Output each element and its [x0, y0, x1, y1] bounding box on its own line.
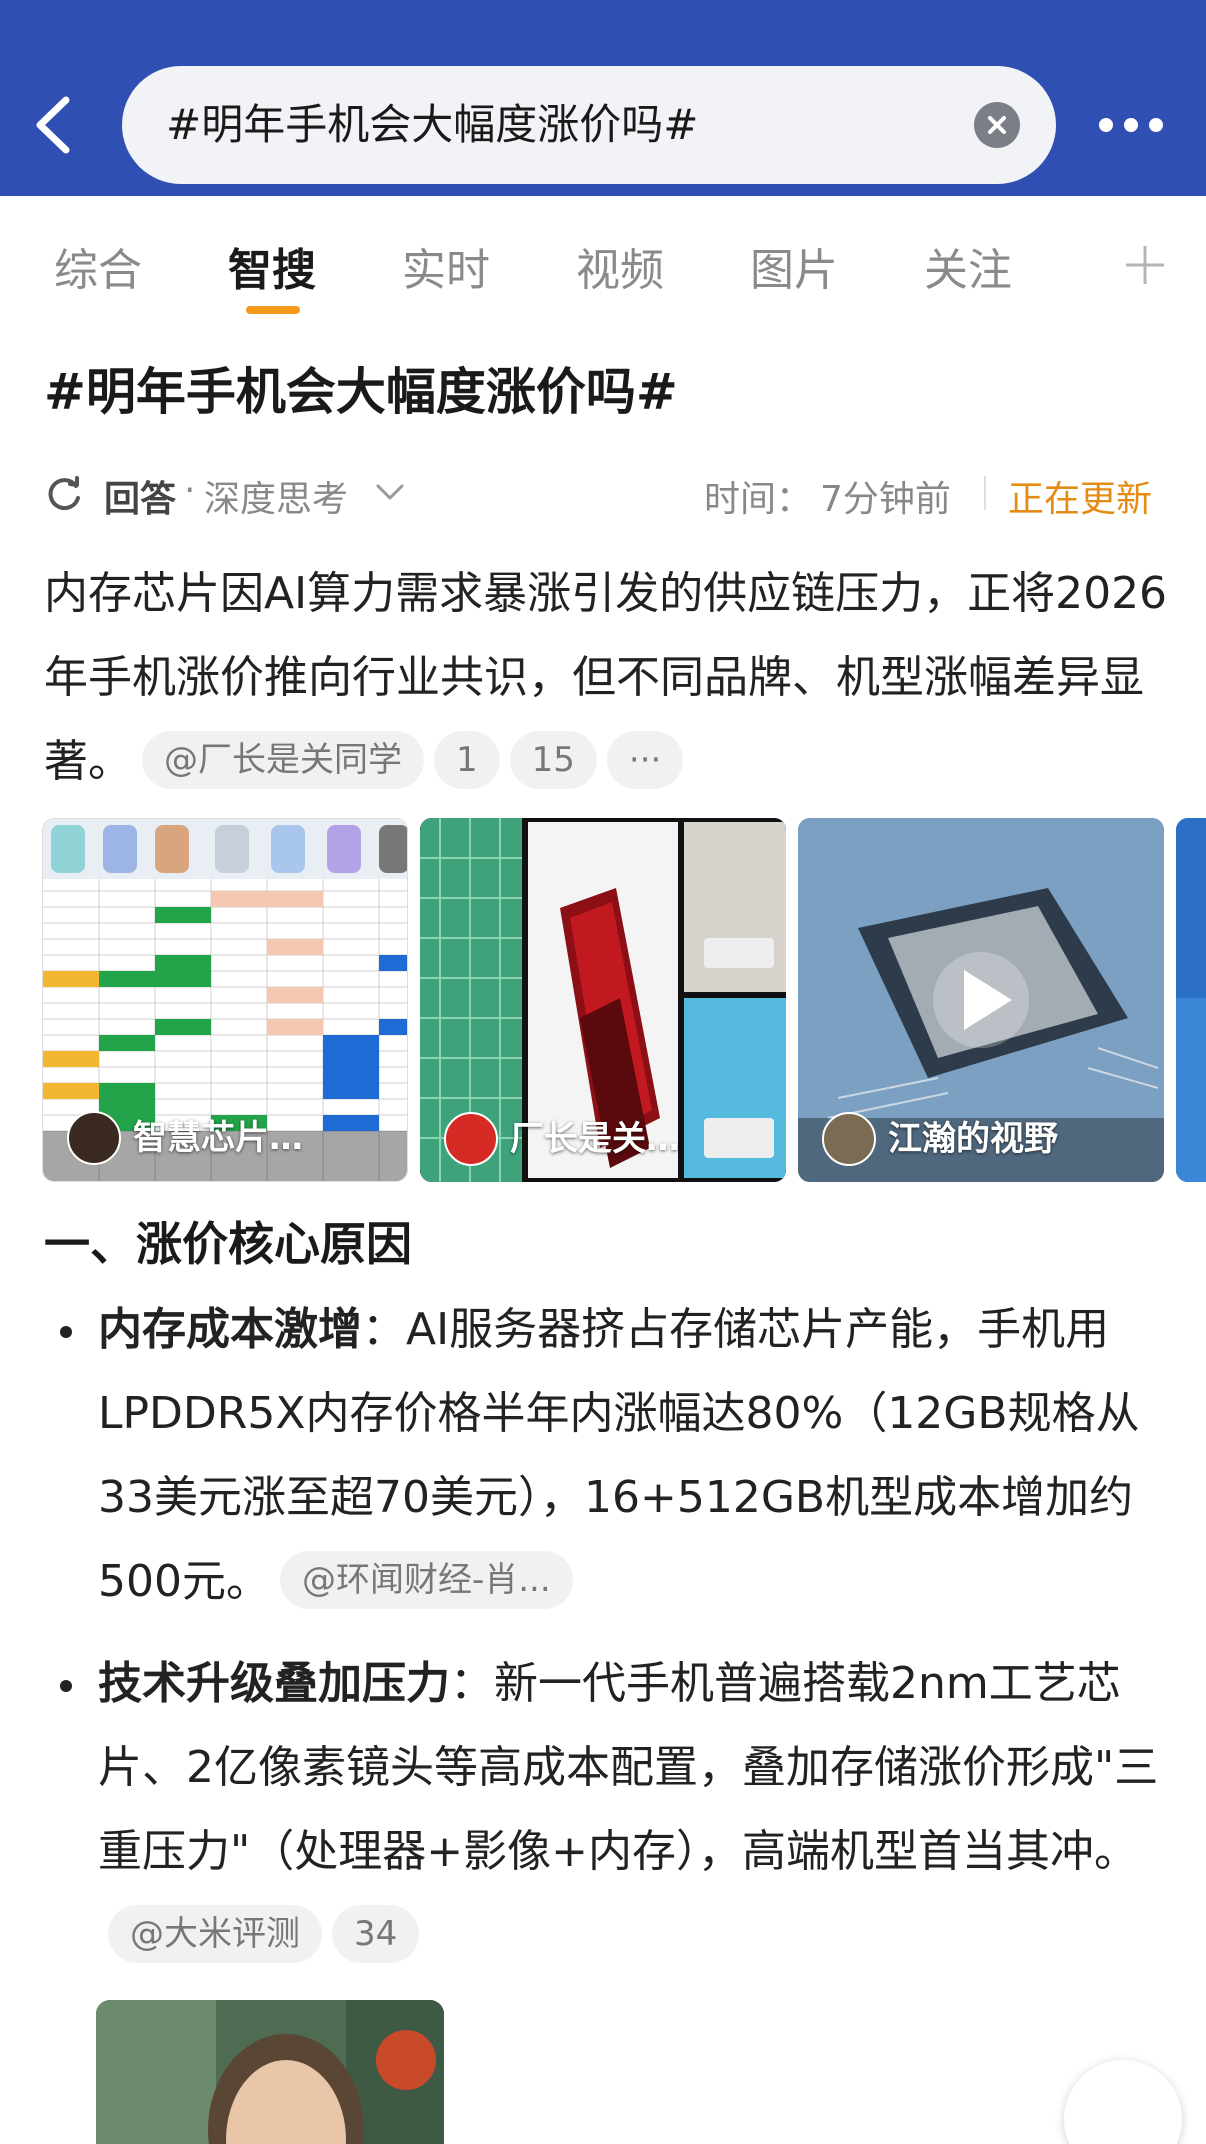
meta-divider	[984, 476, 986, 510]
section-heading: 一、涨价核心原因	[44, 1217, 412, 1271]
source-chip[interactable]: @环闻财经-肖...	[279, 1551, 573, 1609]
more-dots-icon	[1099, 118, 1163, 132]
tab-images[interactable]: 图片	[750, 234, 838, 298]
floating-action-button[interactable]	[1064, 2060, 1182, 2144]
tab-bar: 综合 智搜 实时 视频 图片 关注	[0, 196, 1206, 326]
person-photo	[96, 2000, 444, 2144]
page-title: #明年手机会大幅度涨价吗#	[44, 363, 678, 421]
time-value: 7分钟前	[820, 479, 951, 520]
source-chip[interactable]: @大米评测	[108, 1905, 322, 1963]
tab-following[interactable]: 关注	[924, 234, 1012, 298]
card-author: 江瀚的视野	[888, 1119, 1058, 1159]
bullet-item: 技术升级叠加压力：新一代手机普遍搭载2nm工艺芯片、2亿像素镜头等高成本配置，叠…	[98, 1642, 1178, 1978]
image-card[interactable]	[1176, 818, 1206, 1182]
chevron-down-icon[interactable]	[374, 480, 406, 504]
source-chip[interactable]: @厂长是关同学	[142, 731, 424, 789]
avatar	[444, 1112, 498, 1166]
bullet-dot	[60, 1326, 72, 1338]
refresh-icon	[48, 476, 80, 511]
active-tab-indicator	[246, 306, 300, 314]
avatar	[67, 1111, 121, 1165]
image-card[interactable]: 厂长是关…	[420, 818, 786, 1182]
tab-video[interactable]: 视频	[576, 234, 664, 298]
intro-paragraph: 内存芯片因AI算力需求暴涨引发的供应链压力，正将2026年手机涨价推向行业共识，…	[44, 552, 1174, 804]
bullet-heading: 技术升级叠加压力	[98, 1658, 450, 1709]
add-tab-button[interactable]	[1120, 240, 1170, 290]
time-label: 时间：	[704, 479, 813, 520]
reference-chip[interactable]: 34	[332, 1905, 420, 1963]
clear-search-button[interactable]	[974, 102, 1020, 148]
more-references-chip[interactable]: ···	[606, 731, 684, 789]
video-card[interactable]: 江瀚的视野	[798, 818, 1164, 1182]
image-carousel[interactable]: 智慧芯片… 厂长是关… 江瀚的视野	[0, 818, 1206, 1186]
deep-thinking-toggle[interactable]: 深度思考	[204, 470, 348, 522]
reference-chip[interactable]: 1	[434, 731, 500, 789]
search-input[interactable]: #明年手机会大幅度涨价吗#	[122, 66, 1056, 184]
back-button[interactable]	[30, 92, 76, 158]
partial-image	[1176, 818, 1206, 1182]
bullet-dot	[60, 1680, 72, 1692]
bullet-item: 内存成本激增：AI服务器挤占存储芯片产能，手机用LPDDR5X内存价格半年内涨幅…	[98, 1288, 1178, 1624]
answer-meta-row: 回答 · 深度思考 时间： 7分钟前 正在更新	[0, 460, 1206, 530]
chevron-left-icon	[36, 96, 70, 154]
top-bar: #明年手机会大幅度涨价吗#	[0, 0, 1206, 196]
card-author: 智慧芯片…	[133, 1118, 303, 1158]
image-card[interactable]: 智慧芯片…	[42, 818, 408, 1182]
search-query-text: #明年手机会大幅度涨价吗#	[166, 100, 699, 149]
tab-general[interactable]: 综合	[54, 234, 142, 298]
tab-realtime[interactable]: 实时	[402, 234, 490, 298]
more-button[interactable]	[1096, 102, 1166, 148]
article-image[interactable]	[96, 2000, 444, 2144]
updating-status: 正在更新	[1008, 479, 1153, 520]
close-icon	[988, 116, 1006, 134]
meta-separator-dot: ·	[184, 470, 196, 511]
reference-chip[interactable]: 15	[509, 731, 597, 789]
plus-icon	[1126, 246, 1164, 284]
bullet-heading: 内存成本激增	[98, 1304, 362, 1355]
card-author: 厂长是关…	[510, 1119, 680, 1159]
tab-smart-search[interactable]: 智搜	[228, 234, 316, 298]
avatar	[822, 1112, 876, 1166]
answer-label: 回答	[104, 479, 177, 520]
